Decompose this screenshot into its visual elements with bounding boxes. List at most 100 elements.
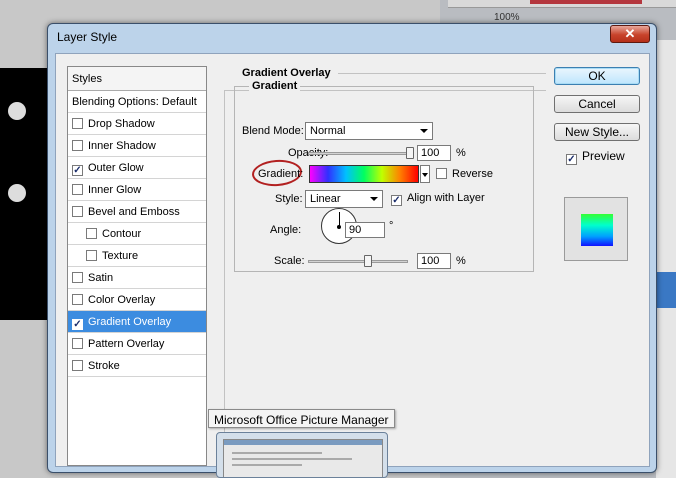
reverse-label: Reverse xyxy=(452,168,493,180)
opacity-slider[interactable] xyxy=(308,152,412,155)
dialog-content: Styles Blending Options: Default Drop Sha… xyxy=(55,53,650,468)
style-value: Linear xyxy=(310,193,341,205)
style-label: Style: xyxy=(275,193,303,205)
styles-list-item[interactable]: Contour xyxy=(68,223,206,245)
styles-list-item-label: Drop Shadow xyxy=(88,118,155,130)
angle-hub xyxy=(337,225,341,229)
thumbnail-line xyxy=(232,452,322,454)
styles-list-item[interactable]: Inner Glow xyxy=(68,179,206,201)
degree-symbol: ° xyxy=(389,220,394,232)
preview-thumbnail xyxy=(564,197,628,261)
styles-list-item[interactable]: Drop Shadow xyxy=(68,113,206,135)
style-checkbox[interactable] xyxy=(72,206,83,217)
thumbnail-line xyxy=(232,464,302,466)
blend-mode-label: Blend Mode: xyxy=(242,125,304,137)
styles-list-item-label: Inner Glow xyxy=(88,184,142,196)
style-select[interactable]: Linear xyxy=(305,190,383,208)
style-checkbox[interactable] xyxy=(72,140,83,151)
styles-list-item[interactable]: Bevel and Emboss xyxy=(68,201,206,223)
styles-list-item[interactable]: Color Overlay xyxy=(68,289,206,311)
divider xyxy=(338,73,546,74)
scale-slider-thumb[interactable] xyxy=(364,255,372,267)
thumbnail-preview xyxy=(223,439,383,477)
align-with-layer-checkbox-box[interactable]: ✓ xyxy=(391,195,402,206)
styles-list-item[interactable]: Pattern Overlay xyxy=(68,333,206,355)
reverse-checkbox-box[interactable] xyxy=(436,168,447,179)
style-checkbox[interactable] xyxy=(72,272,83,283)
opacity-percent: % xyxy=(456,147,466,159)
style-checkbox[interactable]: ✓ xyxy=(72,165,83,176)
gradient-picker[interactable] xyxy=(309,165,419,183)
close-icon: ✕ xyxy=(624,26,636,41)
layer-style-dialog: Layer Style ✕ Styles Blending Options: D… xyxy=(47,23,657,473)
preview-checkbox-box[interactable]: ✓ xyxy=(566,154,577,165)
reverse-checkbox[interactable]: Reverse xyxy=(436,168,493,180)
styles-list: Styles Blending Options: Default Drop Sha… xyxy=(67,66,207,466)
background-red-bar xyxy=(530,0,642,4)
align-with-layer-label: Align with Layer xyxy=(407,192,485,204)
background-canvas xyxy=(0,68,50,320)
styles-list-item-label: Inner Shadow xyxy=(88,140,156,152)
scale-percent: % xyxy=(456,255,466,267)
style-checkbox[interactable] xyxy=(86,250,97,261)
gradient-dropdown-button[interactable] xyxy=(420,165,430,183)
scale-slider[interactable] xyxy=(308,260,408,263)
styles-list-item-label: Contour xyxy=(102,228,142,240)
style-checkbox[interactable] xyxy=(72,294,83,305)
blend-mode-select[interactable]: Normal xyxy=(305,122,433,140)
styles-list-item-label: Color Overlay xyxy=(88,294,156,306)
styles-list-item-label: Pattern Overlay xyxy=(88,338,165,350)
blend-mode-value: Normal xyxy=(310,125,346,137)
preview-swatch xyxy=(581,214,613,246)
opacity-slider-thumb[interactable] xyxy=(405,147,414,159)
style-checkbox[interactable] xyxy=(72,118,83,129)
styles-list-item[interactable]: ✓ Gradient Overlay xyxy=(68,311,206,333)
taskbar-thumbnail[interactable] xyxy=(216,432,388,478)
align-with-layer-checkbox[interactable]: ✓ Align with Layer xyxy=(391,192,485,206)
styles-list-item[interactable]: Inner Shadow xyxy=(68,135,206,157)
style-checkbox[interactable] xyxy=(72,184,83,195)
styles-list-item[interactable]: Satin xyxy=(68,267,206,289)
angle-label: Angle: xyxy=(270,224,302,236)
background-layers-panel xyxy=(656,40,676,478)
styles-list-header[interactable]: Styles xyxy=(68,67,206,91)
preview-label: Preview xyxy=(582,149,625,163)
angle-input[interactable]: 90 xyxy=(345,222,385,238)
canvas-dot xyxy=(8,102,26,120)
thumbnail-line xyxy=(232,458,352,460)
gradient-group-title: Gradient xyxy=(249,80,301,92)
gradient-label: Gradient: xyxy=(258,168,304,180)
scale-input[interactable]: 100 xyxy=(417,253,451,269)
style-checkbox[interactable] xyxy=(86,228,97,239)
styles-list-item-label: Gradient Overlay xyxy=(88,316,172,328)
cancel-button[interactable]: Cancel xyxy=(554,95,640,113)
styles-list-item[interactable]: Stroke xyxy=(68,355,206,377)
styles-list-item-label: Satin xyxy=(88,272,114,284)
style-checkbox[interactable] xyxy=(72,360,83,371)
dialog-title: Layer Style xyxy=(57,30,118,44)
styles-list-item-label: Outer Glow xyxy=(88,162,144,174)
canvas-dot xyxy=(8,184,26,202)
new-style-button[interactable]: New Style... xyxy=(554,123,640,141)
styles-list-item[interactable]: Blending Options: Default xyxy=(68,91,206,113)
styles-list-item[interactable]: ✓ Outer Glow xyxy=(68,157,206,179)
styles-list-item[interactable]: Texture xyxy=(68,245,206,267)
opacity-input[interactable]: 100 xyxy=(417,145,451,161)
chevron-down-icon xyxy=(370,197,378,201)
style-checkbox[interactable]: ✓ xyxy=(72,319,83,330)
preview-checkbox[interactable]: ✓ Preview xyxy=(566,149,625,165)
taskbar-tooltip: Microsoft Office Picture Manager xyxy=(208,409,395,428)
styles-list-item-label: Stroke xyxy=(88,360,120,372)
ok-button[interactable]: OK xyxy=(554,67,640,85)
scale-label: Scale: xyxy=(274,255,305,267)
dialog-titlebar[interactable]: Layer Style ✕ xyxy=(48,24,656,48)
close-button[interactable]: ✕ xyxy=(610,25,650,43)
background-zoom-label: 100% xyxy=(494,12,520,23)
thumbnail-titlebar xyxy=(224,440,382,445)
background-selected-layer xyxy=(656,272,676,308)
styles-list-item-label: Blending Options: Default xyxy=(72,96,197,108)
styles-list-item-label: Bevel and Emboss xyxy=(88,206,180,218)
gradient-overlay-title: Gradient Overlay xyxy=(242,67,331,79)
style-checkbox[interactable] xyxy=(72,338,83,349)
styles-list-item-label: Texture xyxy=(102,250,139,262)
